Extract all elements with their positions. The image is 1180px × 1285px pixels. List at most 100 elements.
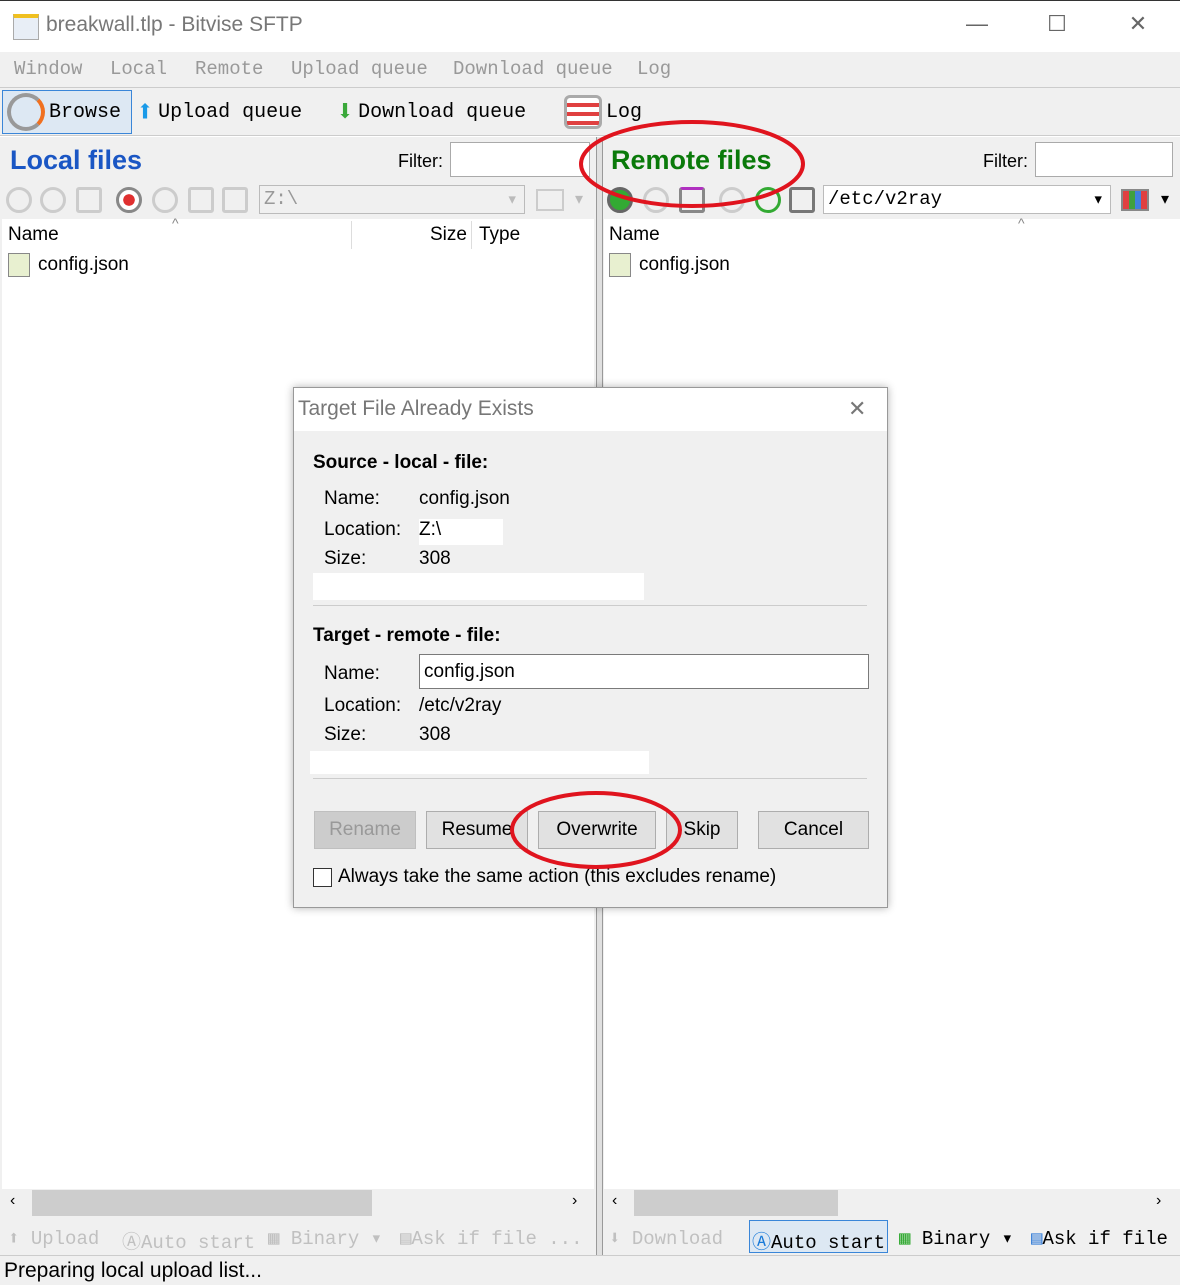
dialog-title-bar: Target File Already Exists ✕ xyxy=(294,388,887,431)
folder-up-icon[interactable] xyxy=(679,187,705,213)
forward-icon[interactable] xyxy=(40,187,66,213)
column-type[interactable]: Type xyxy=(479,224,520,246)
view-chevron-icon[interactable]: ▾ xyxy=(575,189,583,209)
magnifier-icon xyxy=(7,93,45,131)
target-size-label: Size: xyxy=(324,724,367,745)
file-row[interactable]: config.json xyxy=(609,253,730,277)
scroll-right-icon[interactable]: › xyxy=(1156,1192,1161,1210)
checkbox-box[interactable] xyxy=(313,867,332,887)
view-mode-icon[interactable] xyxy=(1121,189,1149,211)
remote-files-title: Remote files xyxy=(611,145,772,175)
remote-nav-toolbar xyxy=(605,183,815,217)
log-button[interactable]: Log xyxy=(564,90,642,134)
local-filter-input[interactable] xyxy=(450,142,590,177)
target-name-label: Name: xyxy=(324,663,380,684)
column-size[interactable]: Size xyxy=(430,224,467,246)
ask-icon: ▤ xyxy=(1031,1228,1043,1250)
scroll-left-icon[interactable]: ‹ xyxy=(10,1192,15,1210)
menu-window[interactable]: Window xyxy=(14,58,82,80)
auto-start-icon: Ⓐ xyxy=(752,1232,772,1254)
refresh-icon[interactable] xyxy=(755,187,781,213)
remote-list-header: Name ^ xyxy=(604,215,1180,249)
always-same-action-checkbox[interactable]: Always take the same action (this exclud… xyxy=(313,866,776,888)
download-button[interactable]: ⬇ Download xyxy=(609,1227,723,1250)
target-name-input[interactable] xyxy=(419,654,869,689)
overwrite-button[interactable]: Overwrite xyxy=(538,811,656,849)
view-chevron-icon[interactable]: ▾ xyxy=(1161,189,1169,209)
target-location-label: Location: xyxy=(324,695,402,716)
local-binary-dropdown[interactable]: ▦ Binary ▾ xyxy=(268,1227,382,1250)
back-icon[interactable] xyxy=(6,187,32,213)
folder-up-icon[interactable] xyxy=(76,187,102,213)
rename-button[interactable]: Rename xyxy=(314,811,416,849)
sort-asc-icon: ^ xyxy=(1018,215,1025,231)
menu-remote[interactable]: Remote xyxy=(195,58,263,80)
dialog-close-icon[interactable]: ✕ xyxy=(848,396,866,422)
title-bar: breakwall.tlp - Bitvise SFTP — ☐ ✕ xyxy=(0,0,1180,52)
stop-icon[interactable] xyxy=(116,187,142,213)
cancel-button[interactable]: Cancel xyxy=(758,811,869,849)
menu-local[interactable]: Local xyxy=(110,58,167,80)
upload-button[interactable]: ⬆ Upload xyxy=(8,1227,99,1250)
back-icon[interactable] xyxy=(607,187,633,213)
sort-asc-icon: ^ xyxy=(172,215,179,231)
local-files-title: Local files xyxy=(10,145,143,175)
source-location-value: Z:\ xyxy=(419,519,503,545)
scroll-right-icon[interactable]: › xyxy=(572,1192,577,1210)
minimize-button[interactable]: — xyxy=(957,11,997,37)
local-horizontal-scrollbar[interactable]: ‹ › xyxy=(2,1189,594,1217)
maximize-button[interactable]: ☐ xyxy=(1037,11,1077,37)
main-toolbar: Browse ⬆ Upload queue ⬇ Download queue L… xyxy=(0,88,1180,136)
skip-button[interactable]: Skip xyxy=(666,811,738,849)
local-list-header: Name ^ Size Type xyxy=(2,215,594,249)
home-icon[interactable] xyxy=(789,187,815,213)
target-exists-dialog: Target File Already Exists ✕ Source - lo… xyxy=(293,387,888,908)
redacted-area xyxy=(313,573,644,600)
source-name-value: config.json xyxy=(419,488,510,509)
remote-filter-input[interactable] xyxy=(1035,142,1173,177)
upload-queue-button[interactable]: ⬆ Upload queue xyxy=(136,90,302,134)
target-heading: Target - remote - file: xyxy=(313,625,501,646)
browse-button[interactable]: Browse xyxy=(2,90,132,134)
dialog-title: Target File Already Exists xyxy=(298,397,534,420)
scrollbar-thumb[interactable] xyxy=(32,1190,372,1216)
find-folder-icon[interactable] xyxy=(222,187,248,213)
chevron-down-icon: ▾ xyxy=(1092,189,1104,211)
remote-horizontal-scrollbar[interactable]: ‹ › xyxy=(604,1189,1180,1217)
remote-binary-dropdown[interactable]: ▦ Binary ▾ xyxy=(899,1227,1013,1250)
remote-auto-start-button[interactable]: ⒶAuto start xyxy=(749,1220,889,1254)
source-size-value: 308 xyxy=(419,548,451,569)
local-filter-label: Filter: xyxy=(398,151,443,171)
stop-icon[interactable] xyxy=(719,187,745,213)
forward-icon[interactable] xyxy=(643,187,669,213)
log-icon xyxy=(564,95,602,129)
local-ask-if-file-button[interactable]: ▤Ask if file ... xyxy=(400,1227,582,1250)
resume-button[interactable]: Resume xyxy=(426,811,528,849)
download-cloud-icon: ⬇ xyxy=(336,96,355,131)
close-button[interactable]: ✕ xyxy=(1118,11,1158,37)
target-location-value: /etc/v2ray xyxy=(419,695,502,716)
download-queue-button[interactable]: ⬇ Download queue xyxy=(336,90,526,134)
local-path-dropdown[interactable]: Z:\ ▾ xyxy=(259,185,525,214)
scrollbar-thumb[interactable] xyxy=(634,1190,838,1216)
file-row[interactable]: config.json xyxy=(8,253,129,277)
remote-transfer-bar: ⬇ Download ⒶAuto start ▦ Binary ▾ ▤Ask i… xyxy=(603,1219,1180,1255)
local-auto-start-button[interactable]: ⒶAuto start xyxy=(122,1227,255,1254)
column-name[interactable]: Name xyxy=(8,224,59,246)
json-file-icon xyxy=(8,253,30,277)
remote-ask-if-file-button[interactable]: ▤Ask if file xyxy=(1031,1227,1168,1250)
column-name[interactable]: Name xyxy=(609,224,660,246)
refresh-icon[interactable] xyxy=(152,187,178,213)
menu-download-queue[interactable]: Download queue xyxy=(453,58,613,80)
view-mode-icon[interactable] xyxy=(536,189,564,211)
remote-filter-label: Filter: xyxy=(983,151,1028,171)
scroll-left-icon[interactable]: ‹ xyxy=(612,1192,617,1210)
status-bar: Preparing local upload list... xyxy=(0,1255,1180,1285)
source-size-label: Size: xyxy=(324,548,367,569)
menu-log[interactable]: Log xyxy=(637,58,671,80)
menu-upload-queue[interactable]: Upload queue xyxy=(291,58,428,80)
binary-icon: ▦ xyxy=(899,1228,911,1250)
remote-path-dropdown[interactable]: /etc/v2ray ▾ xyxy=(823,185,1111,214)
source-location-label: Location: xyxy=(324,519,402,540)
home-icon[interactable] xyxy=(188,187,214,213)
